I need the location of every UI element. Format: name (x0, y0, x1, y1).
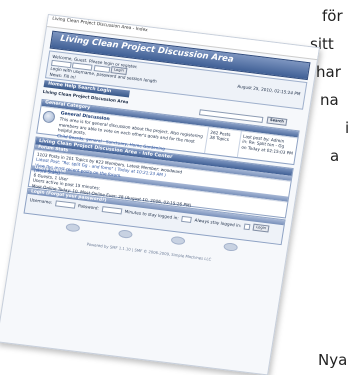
search-button[interactable]: Search (266, 116, 288, 126)
article-word: Nya (318, 351, 348, 369)
always-label: Always stay logged in: (194, 217, 242, 228)
board-status-icon (42, 110, 56, 124)
bottom-login-button[interactable]: Login (252, 223, 270, 233)
article-word: a (330, 147, 340, 165)
article-word: na (320, 91, 339, 109)
username-label: Username: (29, 196, 53, 205)
legend-icon (169, 235, 186, 246)
legend-icon (117, 229, 133, 239)
bottom-password-input[interactable] (101, 205, 123, 214)
page: för sitt har na i a Nya Living Clean Pro… (0, 0, 357, 375)
bottom-username-input[interactable] (54, 199, 76, 209)
minutes-input[interactable] (181, 215, 193, 223)
legend-icon (222, 242, 238, 252)
password-label: Password: (77, 202, 100, 211)
forum-screenshot: Living Clean Project Discussion Area - I… (0, 14, 320, 375)
legend-icon (64, 222, 80, 233)
article-word: har (316, 63, 341, 81)
always-checkbox[interactable] (243, 223, 251, 230)
article-word: i (345, 119, 350, 137)
article-word: för (322, 7, 343, 25)
